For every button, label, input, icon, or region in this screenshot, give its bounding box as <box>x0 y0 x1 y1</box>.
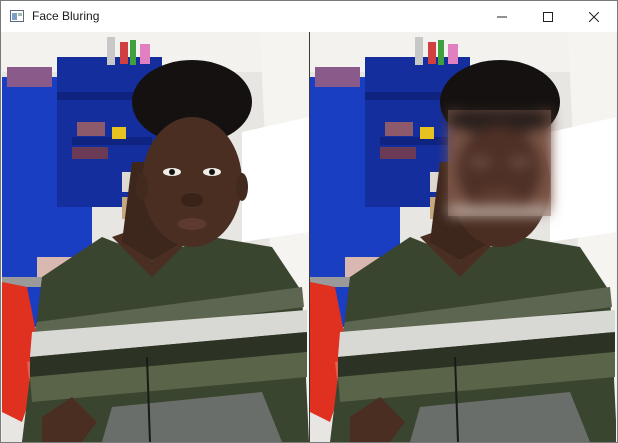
photo-blurred <box>310 32 616 442</box>
minimize-button[interactable] <box>479 1 525 32</box>
blurred-face <box>448 110 551 216</box>
window-title: Face Bluring <box>32 9 100 23</box>
face-blur-region <box>448 110 551 216</box>
maximize-icon <box>543 11 553 22</box>
close-icon <box>589 11 599 22</box>
title-bar[interactable]: Face Bluring <box>1 1 617 32</box>
image-display <box>2 32 616 442</box>
maximize-button[interactable] <box>525 1 571 32</box>
original-frame <box>2 32 309 442</box>
minimize-icon <box>497 16 507 17</box>
blurred-frame <box>310 32 616 442</box>
opencv-window-icon <box>10 10 24 22</box>
photo-original <box>2 32 309 442</box>
close-button[interactable] <box>571 1 617 32</box>
app-window: Face Bluring <box>0 0 618 443</box>
